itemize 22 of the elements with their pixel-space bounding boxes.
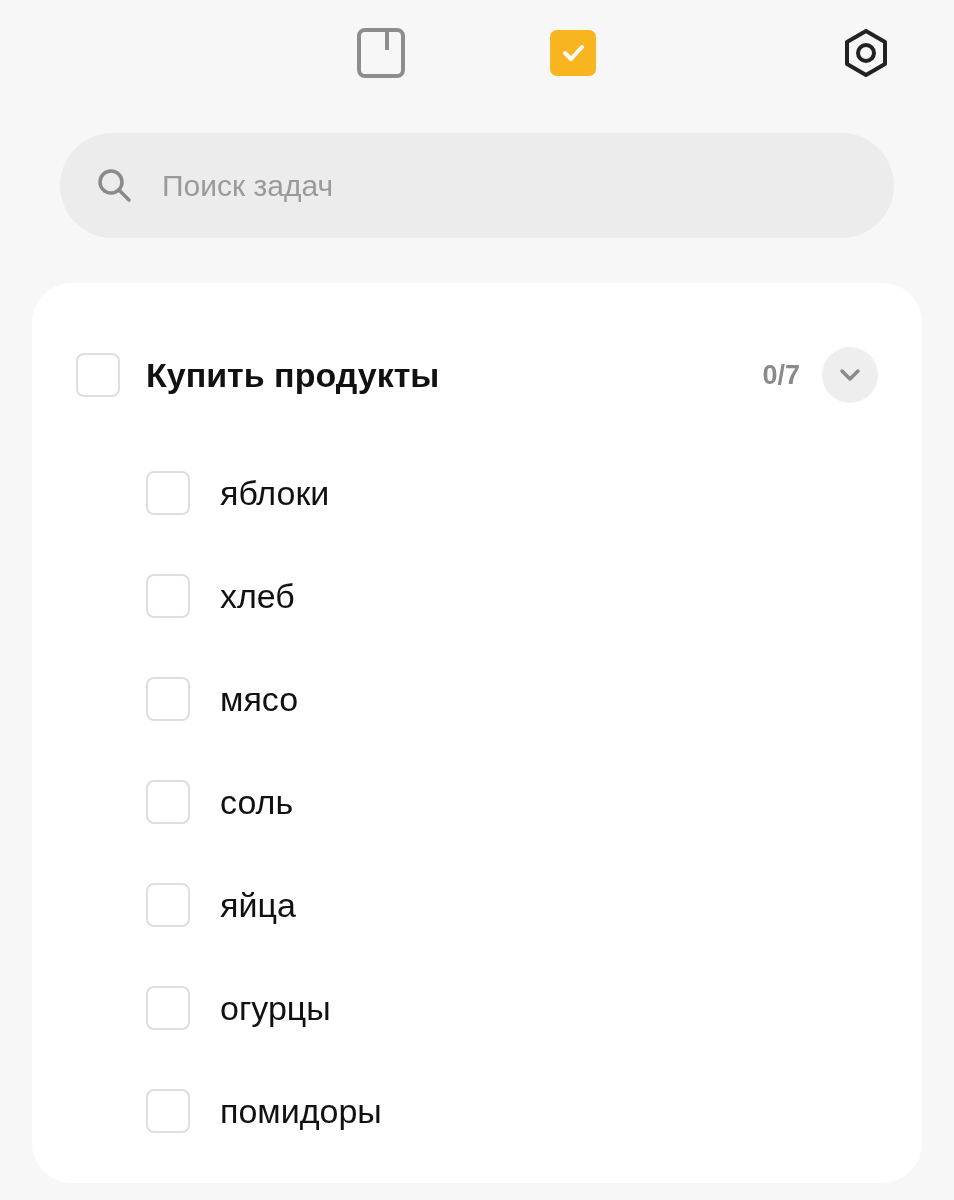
settings-icon — [842, 28, 890, 78]
checkbox[interactable] — [146, 471, 190, 515]
search-field[interactable]: Поиск задач — [60, 133, 894, 238]
checkbox[interactable] — [146, 780, 190, 824]
expand-button[interactable] — [822, 347, 878, 403]
progress-count: 0/7 — [762, 359, 800, 391]
checkbox[interactable] — [146, 986, 190, 1030]
checkbox[interactable] — [76, 353, 120, 397]
subtask-text: яблоки — [220, 473, 330, 513]
subtask-text: огурцы — [220, 988, 331, 1028]
subtask-text: яйца — [220, 885, 296, 925]
checkbox[interactable] — [146, 883, 190, 927]
checkbox[interactable] — [146, 574, 190, 618]
checkbox[interactable] — [146, 1089, 190, 1133]
search-icon — [96, 167, 132, 203]
subtask-text: помидоры — [220, 1091, 382, 1131]
task-title: Купить продукты — [146, 355, 441, 395]
subtask-text: мясо — [220, 679, 299, 719]
chevron-icon — [838, 367, 862, 383]
subtask-text: хлеб — [220, 576, 295, 616]
subtask-text: соль — [220, 782, 294, 822]
checkbox[interactable] — [146, 677, 190, 721]
